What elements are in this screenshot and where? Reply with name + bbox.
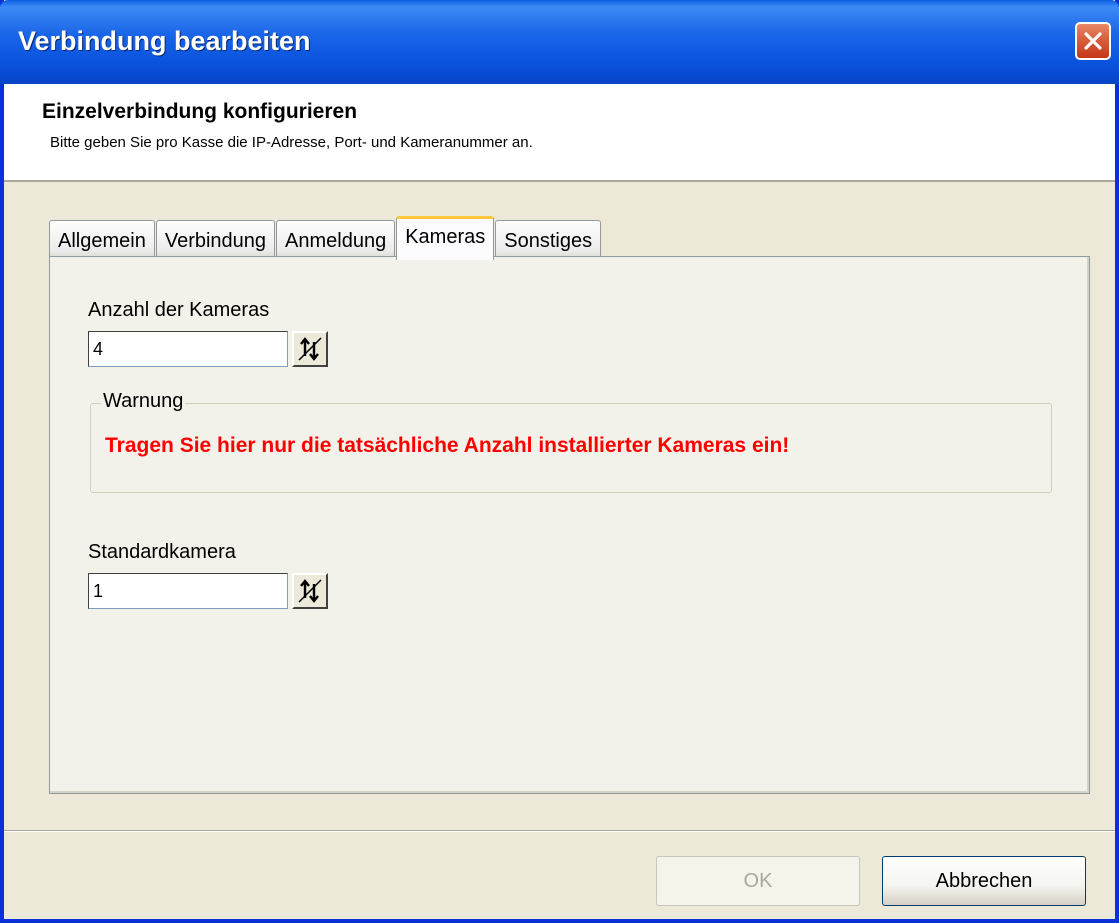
warning-legend: Warnung (101, 390, 186, 413)
camera-count-spin-button[interactable] (292, 331, 328, 367)
tab-anmeldung[interactable]: Anmeldung (276, 220, 396, 258)
default-camera-spinner: 1 (88, 573, 334, 609)
footer-separator (4, 830, 1115, 832)
warning-message: Tragen Sie hier nur die tatsächliche Anz… (105, 434, 790, 457)
spin-arrows-icon (298, 579, 322, 603)
close-icon (1084, 32, 1102, 50)
camera-count-spinner: 4 (88, 331, 334, 367)
tab-allgemein[interactable]: Allgemein (49, 220, 155, 258)
tab-strip: Allgemein Verbindung Anmeldung Kameras S… (49, 216, 602, 260)
header-title: Einzelverbindung konfigurieren (42, 100, 358, 123)
spin-arrows-icon (298, 337, 322, 361)
dialog-header: Einzelverbindung konfigurieren Bitte geb… (4, 84, 1115, 182)
tab-kameras[interactable]: Kameras (396, 216, 495, 260)
header-subtitle: Bitte geben Sie pro Kasse die IP-Adresse… (50, 134, 533, 151)
dialog-window: Verbindung bearbeiten Einzelverbindung k… (0, 0, 1119, 923)
tab-panel-kameras: Anzahl der Kameras 4 Warnung Tragen Sie … (49, 256, 1090, 794)
ok-button[interactable]: OK (656, 856, 860, 906)
camera-count-input[interactable]: 4 (88, 331, 288, 367)
default-camera-input[interactable]: 1 (88, 573, 288, 609)
tab-verbindung[interactable]: Verbindung (155, 220, 276, 258)
window-title: Verbindung bearbeiten (18, 26, 311, 56)
title-bar[interactable]: Verbindung bearbeiten (0, 0, 1119, 84)
camera-count-label: Anzahl der Kameras (88, 299, 270, 321)
default-camera-spin-button[interactable] (292, 573, 328, 609)
warning-groupbox: Warnung Tragen Sie hier nur die tatsächl… (90, 390, 1052, 493)
default-camera-label: Standardkamera (88, 541, 236, 563)
tab-sonstiges[interactable]: Sonstiges (495, 220, 602, 258)
cancel-button[interactable]: Abbrechen (882, 856, 1086, 906)
close-button[interactable] (1075, 22, 1111, 60)
